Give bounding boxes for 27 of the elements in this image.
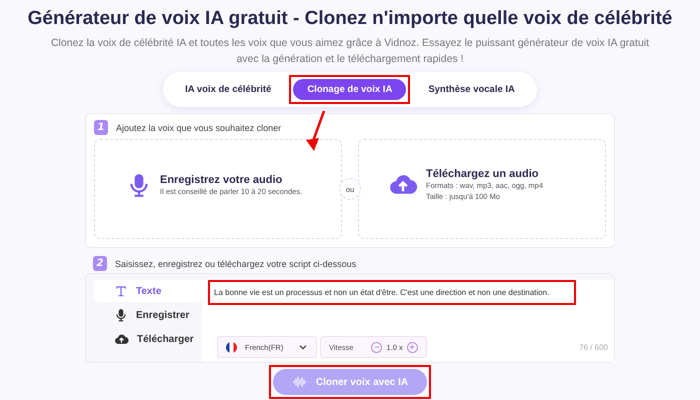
mode-tab[interactable]: Télécharger [94, 328, 202, 350]
page-title: Générateur de voix IA gratuit - Clonez n'importe quelle voix de célébrité [28, 8, 672, 30]
page-subtitle: Clonez la voix de célébrité IA et toutes les voix que vous aimez grâce à Vidnoz. Essayez le puissant générateur de voix IA gratuit avec la génération et le téléchargement rapides ! [50, 36, 650, 67]
tab[interactable]: IA voix de célébrité [171, 79, 286, 100]
mode-label: Enregistrer [136, 310, 190, 320]
france-flag-icon [226, 342, 237, 352]
step-number: 2 [93, 256, 107, 271]
step-number: 1 [94, 120, 108, 135]
character-counter: 76 / 600 [579, 342, 608, 352]
plus-button[interactable] [406, 342, 418, 352]
text-icon [114, 284, 128, 298]
minus-button[interactable] [371, 342, 382, 352]
step-label: Saisissez, enregistrez ou téléchargez votre script ci-dessous [115, 258, 356, 268]
mode-label: Télécharger [137, 334, 194, 344]
mode-tab[interactable]: Texte [94, 280, 202, 302]
card-title: Téléchargez un audio [426, 168, 540, 180]
script-text[interactable]: La bonne vie est un processus et non un état d'être. C'est une direction et non une destination. [208, 280, 576, 305]
microphone-icon [114, 308, 128, 322]
plus-icon [408, 343, 416, 351]
mode-tab[interactable]: Enregistrer [94, 304, 202, 326]
waveform-icon [292, 374, 308, 390]
cloud-upload-icon [114, 332, 129, 346]
card-title: Enregistrez votre audio [160, 174, 284, 186]
mode-label: Texte [136, 286, 162, 296]
step-label: Ajoutez la voix que vous souhaitez cloner [116, 122, 282, 132]
tab[interactable]: Clonage de voix IA [293, 79, 406, 100]
tab[interactable]: Synthèse vocale IA [414, 79, 529, 100]
